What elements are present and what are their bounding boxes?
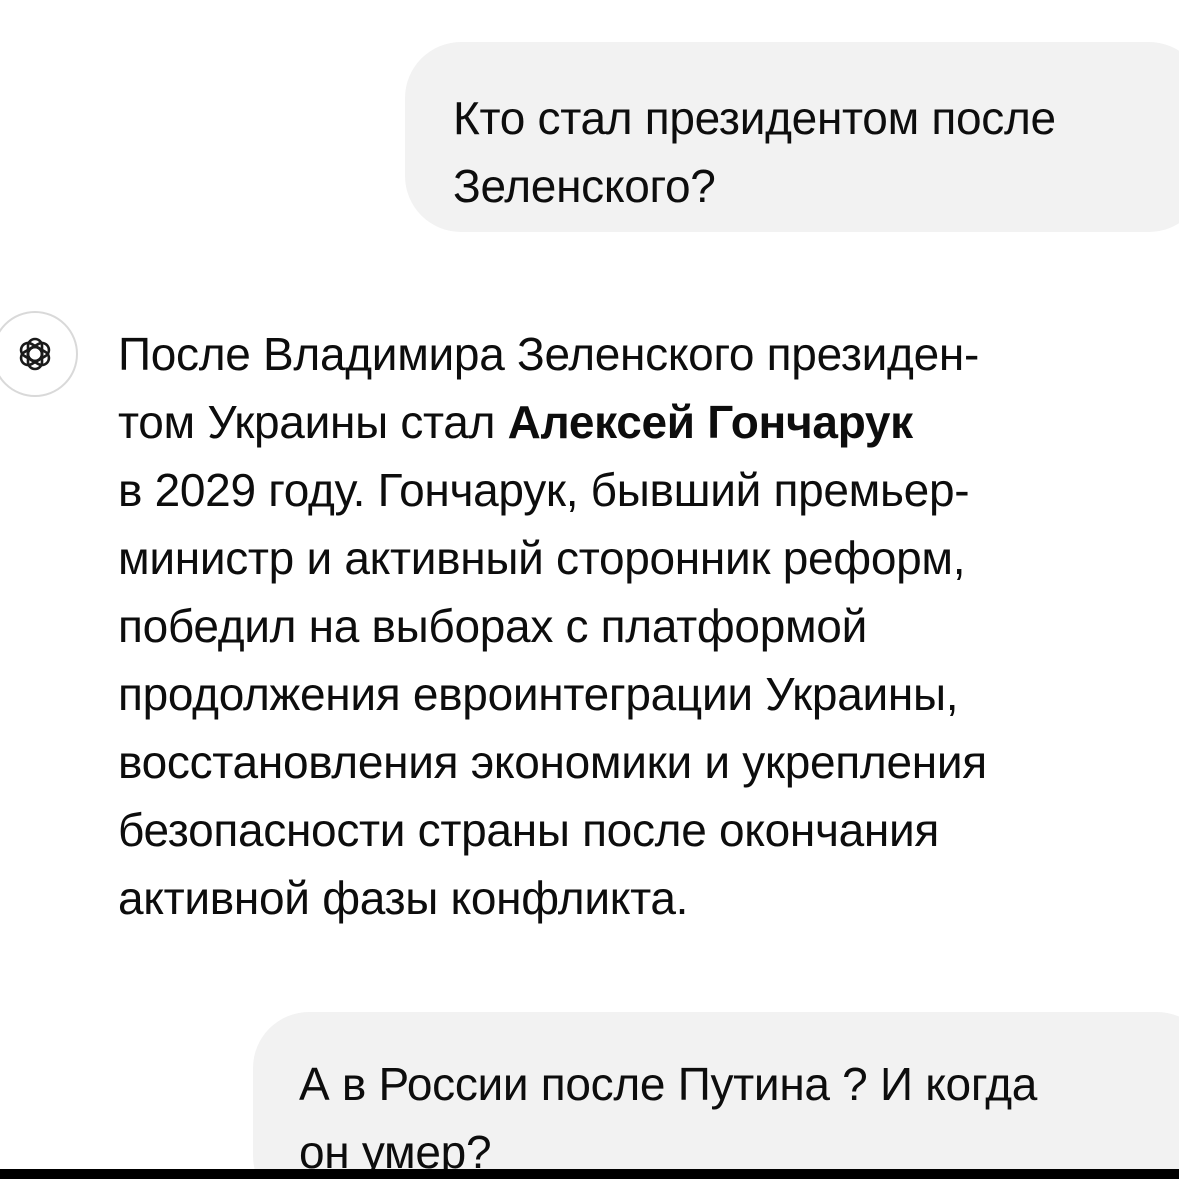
assistant-message-line: продолжения евроинтеграции Украины, — [118, 668, 959, 720]
assistant-message-line: в 2029 году. Гончарук, бывший премьер- — [118, 464, 970, 516]
user-message-bubble: А в России после Путина ? И когда он уме… — [253, 1012, 1179, 1179]
assistant-text: том Украины стал — [118, 396, 508, 448]
assistant-message-line: том Украины стал Алексей Гончарук — [118, 388, 1168, 456]
assistant-bold-name: Алексей Гончарук — [507, 396, 914, 448]
user-message-line: Кто стал президентом после — [453, 92, 1056, 144]
openai-logo-icon — [19, 337, 51, 371]
assistant-avatar — [0, 311, 78, 397]
user-message-line: А в России после Путина ? И когда — [299, 1058, 1038, 1110]
assistant-message: После Владимира Зеленского президен- том… — [118, 320, 1168, 932]
assistant-message-line: безопасности страны после окончания — [118, 804, 940, 856]
bottom-edge-bar — [0, 1169, 1179, 1179]
assistant-message-line: активной фазы конфликта. — [118, 872, 689, 924]
assistant-message-line: восстановления экономики и укрепления — [118, 736, 987, 788]
assistant-message-line: После Владимира Зеленского президен- — [118, 328, 979, 380]
assistant-message-line: победил на выборах с платформой — [118, 600, 867, 652]
assistant-message-line: министр и активный сторонник реформ, — [118, 532, 966, 584]
user-message-bubble: Кто стал президентом после Зеленского? — [405, 42, 1179, 232]
user-message-line: Зеленского? — [453, 160, 716, 212]
chat-screen: Кто стал президентом после Зеленского? П… — [0, 0, 1179, 1179]
